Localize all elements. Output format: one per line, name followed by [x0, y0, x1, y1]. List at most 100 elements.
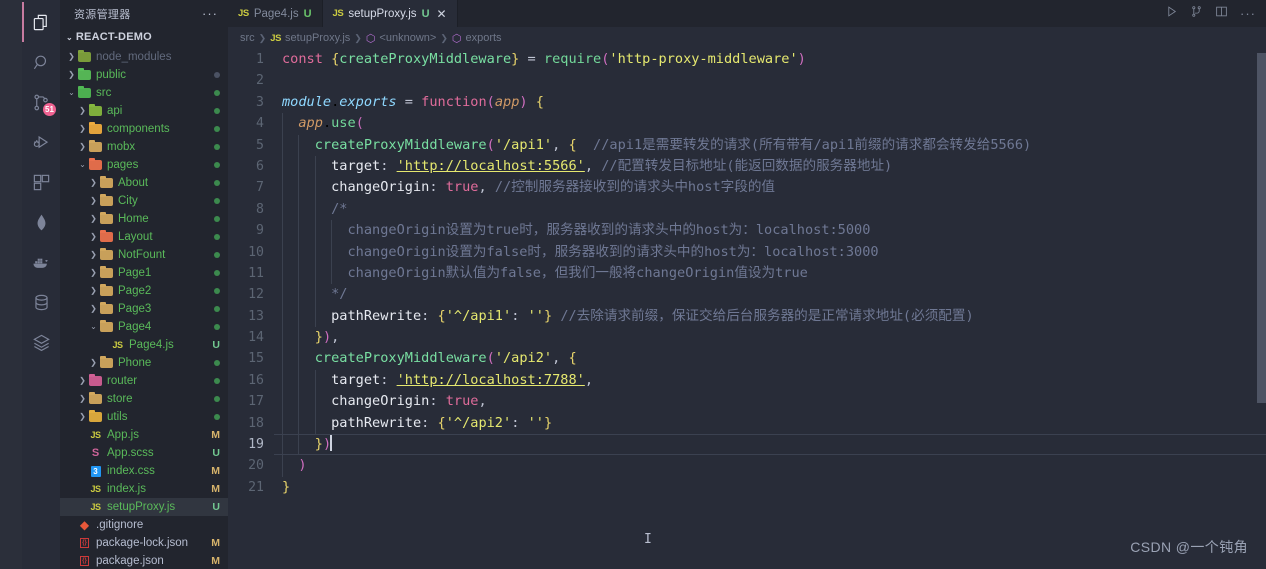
line-text[interactable]: app.use(: [274, 113, 1266, 135]
file-tree-row[interactable]: ❯ store: [60, 390, 228, 408]
file-tree-row[interactable]: ❯ Phone: [60, 354, 228, 372]
line-text[interactable]: changeOrigin默认值为false，但我们一般将changeOrigin…: [274, 262, 1266, 285]
activity-docker-icon[interactable]: [22, 242, 60, 282]
chevron-right-icon[interactable]: ❯: [77, 408, 88, 426]
chevron-right-icon[interactable]: ❯: [88, 228, 99, 246]
file-tree-row[interactable]: ⌄ src: [60, 84, 228, 102]
chevron-right-icon[interactable]: ❯: [66, 66, 77, 84]
file-tree-row[interactable]: S App.scss U: [60, 444, 228, 462]
chevron-right-icon[interactable]: ❯: [88, 192, 99, 210]
activity-explorer-icon[interactable]: [22, 2, 60, 42]
activity-database-icon[interactable]: [22, 282, 60, 322]
file-tree-row[interactable]: {} package.json M: [60, 552, 228, 569]
line-text[interactable]: pathRewrite: {'^/api1': ''} //去除请求前缀，保证交…: [274, 305, 1266, 328]
line-text[interactable]: changeOrigin设置为true时，服务器收到的请求头中的host为：lo…: [274, 220, 1266, 242]
chevron-right-icon[interactable]: ❯: [88, 354, 99, 372]
code-editor[interactable]: 1 const {createProxyMiddleware} = require…: [228, 49, 1266, 569]
activity-layers-icon[interactable]: [22, 322, 60, 362]
code-line[interactable]: 3 module.exports = function(app) {: [228, 92, 1266, 113]
file-tree-row[interactable]: ❯ api: [60, 102, 228, 120]
file-tree-row[interactable]: JS Page4.js U: [60, 336, 228, 354]
code-line[interactable]: 4 app.use(: [228, 113, 1266, 135]
split-source-control-icon[interactable]: [1190, 5, 1203, 23]
line-text[interactable]: changeOrigin: true,: [274, 391, 1266, 413]
breadcrumb-item[interactable]: src: [240, 32, 255, 44]
editor-vertical-scrollbar[interactable]: [1257, 49, 1266, 569]
line-text[interactable]: createProxyMiddleware('/api2', {: [274, 348, 1266, 370]
line-text[interactable]: }),: [274, 327, 1266, 349]
file-tree[interactable]: ❯ node_modules ❯ public ⌄ src ❯ api ❯ components ❯…: [60, 47, 228, 569]
activity-extensions-icon[interactable]: [22, 162, 60, 202]
chevron-right-icon[interactable]: ❯: [88, 210, 99, 228]
close-icon[interactable]: ✕: [437, 8, 447, 20]
chevron-right-icon[interactable]: ❯: [88, 282, 99, 300]
line-text[interactable]: target: 'http://localhost:7788',: [274, 369, 1266, 392]
code-line[interactable]: 1 const {createProxyMiddleware} = require…: [228, 49, 1266, 70]
code-line[interactable]: 12 */: [228, 284, 1266, 306]
file-tree-row[interactable]: ❯ utils: [60, 408, 228, 426]
file-tree-row[interactable]: JS index.js M: [60, 480, 228, 498]
code-line[interactable]: 13 pathRewrite: {'^/api1': ''} //去除请求前缀，…: [228, 305, 1266, 328]
chevron-right-icon[interactable]: ❯: [77, 372, 88, 390]
file-tree-row[interactable]: ◆ .gitignore: [60, 516, 228, 534]
chevron-right-icon[interactable]: ❯: [88, 264, 99, 282]
chevron-down-icon[interactable]: ⌄: [66, 84, 77, 102]
chevron-right-icon[interactable]: ❯: [77, 390, 88, 408]
chevron-right-icon[interactable]: ❯: [77, 138, 88, 156]
breadcrumb[interactable]: src ❯ JS setupProxy.js ❯ ⬡ <unknown> ❯ ⬡ exports: [228, 27, 1266, 49]
file-tree-row[interactable]: ❯ mobx: [60, 138, 228, 156]
breadcrumb-item[interactable]: <unknown>: [379, 32, 436, 44]
activity-mongodb-icon[interactable]: [22, 202, 60, 242]
file-tree-row[interactable]: ❯ components: [60, 120, 228, 138]
line-text[interactable]: [274, 70, 1266, 91]
code-line[interactable]: 15 createProxyMiddleware('/api2', {: [228, 348, 1266, 370]
code-line[interactable]: 6 target: 'http://localhost:5566', //配置转…: [228, 155, 1266, 178]
code-content[interactable]: 1 const {createProxyMiddleware} = require…: [228, 49, 1266, 498]
file-tree-row[interactable]: ❯ Home: [60, 210, 228, 228]
line-text[interactable]: }: [274, 477, 1266, 498]
code-line[interactable]: 2: [228, 70, 1266, 91]
file-tree-row[interactable]: ❯ Page1: [60, 264, 228, 282]
code-line[interactable]: 9 changeOrigin设置为true时，服务器收到的请求头中的host为：…: [228, 220, 1266, 242]
activity-source-control-icon[interactable]: 51: [22, 82, 60, 122]
chevron-right-icon[interactable]: ❯: [66, 48, 77, 66]
activity-search-icon[interactable]: [22, 42, 60, 82]
code-line[interactable]: 20 ): [228, 455, 1266, 477]
file-tree-row[interactable]: JS App.js M: [60, 426, 228, 444]
explorer-more-icon[interactable]: ···: [202, 7, 218, 20]
file-tree-row[interactable]: ❯ City: [60, 192, 228, 210]
activity-run-and-debug-icon[interactable]: [22, 122, 60, 162]
code-line[interactable]: 18 pathRewrite: {'^/api2': ''}: [228, 412, 1266, 435]
chevron-down-icon[interactable]: ⌄: [88, 318, 99, 336]
more-actions-icon[interactable]: ···: [1240, 7, 1256, 20]
code-line[interactable]: 5 createProxyMiddleware('/api1', { //api…: [228, 134, 1266, 156]
chevron-right-icon[interactable]: ❯: [88, 246, 99, 264]
file-tree-row[interactable]: 3 index.css M: [60, 462, 228, 480]
line-text[interactable]: */: [274, 284, 1266, 306]
line-text[interactable]: changeOrigin设置为false时，服务器收到的请求头中的host为：l…: [274, 241, 1266, 263]
breadcrumb-item[interactable]: exports: [465, 32, 501, 44]
chevron-right-icon[interactable]: ❯: [88, 300, 99, 318]
code-line[interactable]: 19 }): [228, 434, 1266, 456]
file-tree-row[interactable]: ❯ NotFount: [60, 246, 228, 264]
chevron-right-icon[interactable]: ❯: [77, 102, 88, 120]
code-line[interactable]: 21}: [228, 477, 1266, 498]
editor-tab[interactable]: JS Page4.js U: [228, 0, 323, 27]
code-line[interactable]: 8 /*: [228, 198, 1266, 221]
file-tree-row[interactable]: JS setupProxy.js U: [60, 498, 228, 516]
tab-bar[interactable]: JS Page4.js U JS setupProxy.js U ✕ ···: [228, 0, 1266, 27]
run-icon[interactable]: [1165, 5, 1178, 23]
chevron-right-icon[interactable]: ❯: [88, 174, 99, 192]
file-tree-row[interactable]: ⌄ pages: [60, 156, 228, 174]
file-tree-row[interactable]: ❯ Page3: [60, 300, 228, 318]
file-tree-row[interactable]: ❯ About: [60, 174, 228, 192]
breadcrumb-item[interactable]: setupProxy.js: [285, 32, 350, 44]
file-tree-row[interactable]: ❯ Page2: [60, 282, 228, 300]
file-tree-row[interactable]: ⌄ Page4: [60, 318, 228, 336]
split-editor-icon[interactable]: [1215, 5, 1228, 23]
file-tree-row[interactable]: ❯ Layout: [60, 228, 228, 246]
file-tree-row[interactable]: ❯ node_modules: [60, 48, 228, 66]
scrollbar-thumb[interactable]: [1257, 53, 1266, 403]
editor-tab[interactable]: JS setupProxy.js U ✕: [322, 0, 458, 27]
code-line[interactable]: 14 }),: [228, 327, 1266, 349]
